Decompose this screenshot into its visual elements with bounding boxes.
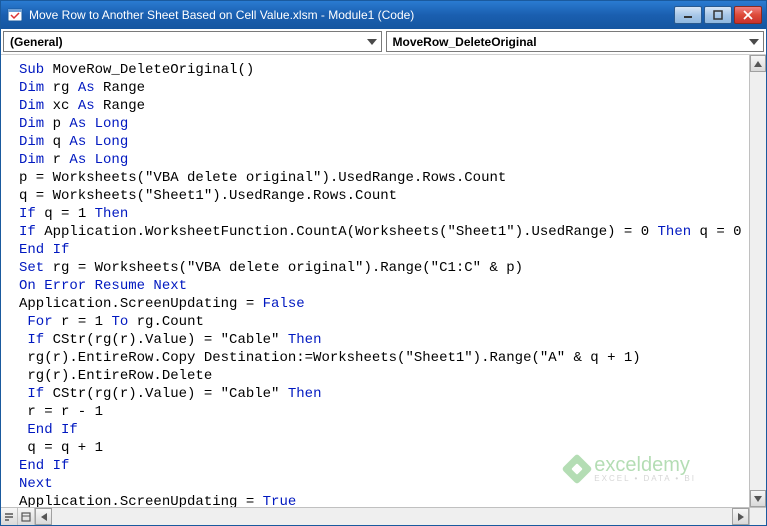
bottom-bar xyxy=(1,507,766,525)
code-line[interactable]: q = q + 1 xyxy=(19,439,745,457)
dropdown-row: (General) MoveRow_DeleteOriginal xyxy=(1,29,766,55)
scroll-left-button[interactable] xyxy=(35,508,52,525)
view-mode-buttons xyxy=(1,508,35,525)
code-line[interactable]: p = Worksheets("VBA delete original").Us… xyxy=(19,169,745,187)
code-line[interactable]: rg(r).EntireRow.Delete xyxy=(19,367,745,385)
scroll-corner xyxy=(749,508,766,525)
code-line[interactable]: For r = 1 To rg.Count xyxy=(19,313,745,331)
title-bar[interactable]: Move Row to Another Sheet Based on Cell … xyxy=(1,1,766,29)
chevron-down-icon xyxy=(367,39,377,45)
code-line[interactable]: r = r - 1 xyxy=(19,403,745,421)
code-window: Move Row to Another Sheet Based on Cell … xyxy=(0,0,767,526)
code-line[interactable]: Dim r As Long xyxy=(19,151,745,169)
scroll-right-button[interactable] xyxy=(732,508,749,525)
code-line[interactable]: If CStr(rg(r).Value) = "Cable" Then xyxy=(19,385,745,403)
code-line[interactable]: Application.ScreenUpdating = True xyxy=(19,493,745,507)
window-title: Move Row to Another Sheet Based on Cell … xyxy=(29,8,674,22)
code-line[interactable]: If q = 1 Then xyxy=(19,205,745,223)
code-line[interactable]: End If xyxy=(19,241,745,259)
code-line[interactable]: q = Worksheets("Sheet1").UsedRange.Rows.… xyxy=(19,187,745,205)
full-module-view-button[interactable] xyxy=(18,508,34,525)
code-line[interactable]: Next xyxy=(19,475,745,493)
code-line[interactable]: Application.ScreenUpdating = False xyxy=(19,295,745,313)
code-line[interactable]: End If xyxy=(19,457,745,475)
code-line[interactable]: Dim q As Long xyxy=(19,133,745,151)
scroll-track-vertical[interactable] xyxy=(750,72,766,490)
code-line[interactable]: Dim p As Long xyxy=(19,115,745,133)
scroll-down-button[interactable] xyxy=(750,490,766,507)
procedure-view-button[interactable] xyxy=(1,508,18,525)
code-line[interactable]: rg(r).EntireRow.Copy Destination:=Worksh… xyxy=(19,349,745,367)
code-line[interactable]: End If xyxy=(19,421,745,439)
code-line[interactable]: If Application.WorksheetFunction.CountA(… xyxy=(19,223,745,241)
window-controls xyxy=(674,6,762,24)
code-line[interactable]: Dim rg As Range xyxy=(19,79,745,97)
window-icon xyxy=(7,7,23,23)
vertical-scrollbar[interactable] xyxy=(749,55,766,507)
code-line[interactable]: Sub MoveRow_DeleteOriginal() xyxy=(19,61,745,79)
object-dropdown[interactable]: (General) xyxy=(3,31,382,52)
maximize-button[interactable] xyxy=(704,6,732,24)
chevron-down-icon xyxy=(749,39,759,45)
code-line[interactable]: Set rg = Worksheets("VBA delete original… xyxy=(19,259,745,277)
code-line[interactable]: On Error Resume Next xyxy=(19,277,745,295)
scroll-track-horizontal[interactable] xyxy=(52,508,732,525)
code-area-wrap: Sub MoveRow_DeleteOriginal()Dim rg As Ra… xyxy=(1,55,766,507)
code-editor[interactable]: Sub MoveRow_DeleteOriginal()Dim rg As Ra… xyxy=(1,55,749,507)
procedure-dropdown[interactable]: MoveRow_DeleteOriginal xyxy=(386,31,765,52)
minimize-button[interactable] xyxy=(674,6,702,24)
scroll-up-button[interactable] xyxy=(750,55,766,72)
procedure-dropdown-value: MoveRow_DeleteOriginal xyxy=(393,35,537,49)
object-dropdown-value: (General) xyxy=(10,35,63,49)
close-button[interactable] xyxy=(734,6,762,24)
code-line[interactable]: If CStr(rg(r).Value) = "Cable" Then xyxy=(19,331,745,349)
code-line[interactable]: Dim xc As Range xyxy=(19,97,745,115)
